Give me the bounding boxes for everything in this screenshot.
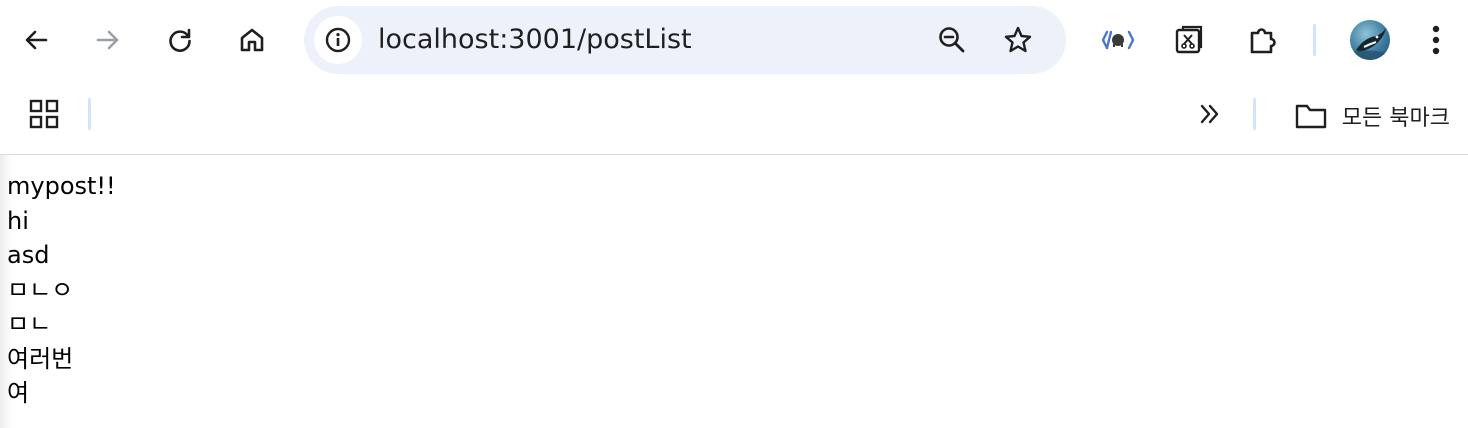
zoom-button[interactable] xyxy=(930,18,974,62)
forward-button[interactable] xyxy=(86,18,130,62)
browser-toolbar: localhost:3001/postList xyxy=(0,0,1468,80)
home-button[interactable] xyxy=(230,18,274,62)
bookmarks-divider-left xyxy=(88,98,91,130)
post-item: ㅁㄴㅇ xyxy=(7,275,74,304)
profile-button[interactable] xyxy=(1348,18,1392,62)
bookmarks-bar: 모든 북마크 xyxy=(0,80,1468,154)
page-content: mypost!! hi asd ㅁㄴㅇ ㅁㄴ 여러번 여 xyxy=(0,155,1468,428)
more-vertical-icon xyxy=(1432,25,1440,55)
extensions-button[interactable] xyxy=(1241,18,1285,62)
back-button[interactable] xyxy=(14,18,58,62)
reload-button[interactable] xyxy=(158,18,202,62)
info-icon xyxy=(325,27,351,53)
puzzle-icon xyxy=(1250,28,1276,54)
scissors-box-icon xyxy=(1175,25,1203,54)
post-item: ㅁㄴ xyxy=(7,310,52,338)
double-chevron-right-icon xyxy=(1200,104,1219,124)
apps-grid-icon xyxy=(29,99,59,129)
chrome-menu-button[interactable] xyxy=(1414,18,1458,62)
all-bookmarks-button[interactable]: 모든 북마크 xyxy=(1294,94,1450,138)
post-item: hi xyxy=(7,206,29,235)
bookmarks-overflow-button[interactable] xyxy=(1188,92,1232,136)
clipper-extension-button[interactable] xyxy=(1167,18,1211,62)
home-icon xyxy=(240,28,264,52)
address-bar[interactable]: localhost:3001/postList xyxy=(304,6,1066,74)
zoom-out-icon xyxy=(939,27,965,53)
arrow-left-icon xyxy=(25,30,48,50)
post-item: 여 xyxy=(7,379,30,407)
folder-icon xyxy=(1295,104,1326,129)
toolbar-divider xyxy=(1313,24,1316,56)
devtools-extension-button[interactable] xyxy=(1096,18,1140,62)
avatar xyxy=(1350,20,1390,60)
bookmarks-divider-right xyxy=(1253,98,1256,130)
star-icon xyxy=(1004,26,1032,53)
bookmark-star-button[interactable] xyxy=(996,18,1040,62)
all-bookmarks-label: 모든 북마크 xyxy=(1341,106,1450,131)
apps-button[interactable] xyxy=(22,92,66,136)
browser-chrome: localhost:3001/postList 모든 북마크 xyxy=(0,0,1468,155)
site-info-button[interactable] xyxy=(314,16,362,64)
url-text[interactable]: localhost:3001/postList xyxy=(378,6,692,74)
extension-code-icon xyxy=(1101,30,1135,50)
reload-icon xyxy=(169,28,191,52)
arrow-right-icon xyxy=(96,30,119,50)
post-item: 여러번 xyxy=(7,344,74,373)
post-item: asd xyxy=(7,241,50,269)
orca-avatar-icon xyxy=(1350,28,1390,60)
post-item: mypost!! xyxy=(7,172,116,200)
